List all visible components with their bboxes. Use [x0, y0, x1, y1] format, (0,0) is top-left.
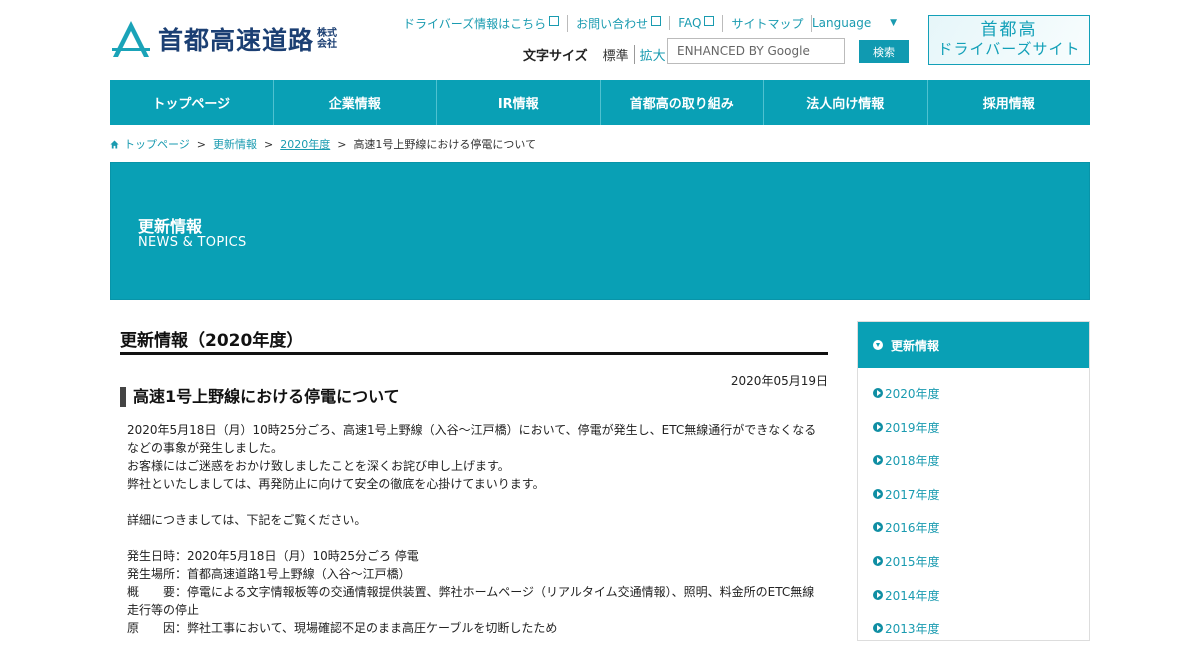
sidebar-item-2015[interactable]: 2015年度: [858, 553, 1089, 587]
global-nav: トップページ 企業情報 IR情報 首都高の取り組み 法人向け情報 採用情報: [110, 80, 1090, 125]
sidebar: 更新情報 2020年度 2019年度 2018年度 2017年度 2016年度 …: [857, 321, 1090, 641]
drivers-info-link[interactable]: ドライバーズ情報はこちら: [395, 15, 567, 32]
breadcrumb-top[interactable]: トップページ: [124, 136, 190, 152]
logo-mark-icon: [112, 21, 150, 57]
sidebar-title: 更新情報: [891, 338, 940, 353]
search-input[interactable]: ENHANCED BY Google: [667, 38, 845, 64]
sidebar-item-2019[interactable]: 2019年度: [858, 419, 1089, 453]
sidebar-header: 更新情報: [858, 322, 1089, 368]
contact-link[interactable]: お問い合わせ: [567, 14, 669, 32]
faq-link[interactable]: FAQ: [669, 16, 722, 30]
nav-corporate[interactable]: 法人向け情報: [763, 80, 927, 125]
font-size-control: 文字サイズ 標準 拡大: [523, 44, 671, 64]
company-logo[interactable]: 首都高速道路 株式会社: [110, 18, 341, 60]
page-title: 更新情報（2020年度）: [120, 326, 828, 355]
drivers-site-line1: 首都高: [980, 20, 1038, 40]
banner-title: 更新情報: [138, 217, 203, 236]
circle-arrow-right-icon: [873, 522, 883, 533]
breadcrumb-separator: >: [264, 137, 274, 151]
banner-subtitle: NEWS & TOPICS: [138, 235, 247, 250]
breadcrumb-separator: >: [196, 137, 206, 151]
article-title: 高速1号上野線における停電について: [120, 387, 400, 407]
circle-arrow-right-icon: [873, 455, 883, 466]
breadcrumb-current: 高速1号上野線における停電について: [353, 138, 537, 151]
logo-suffix: 株式会社: [317, 28, 338, 50]
nav-top[interactable]: トップページ: [110, 80, 273, 125]
sitemap-link[interactable]: サイトマップ: [722, 14, 813, 32]
article-paragraph: 弊社といたしましては、再発防止に向けて安全の徹底を心掛けてまいります。: [127, 477, 545, 491]
caret-down-icon: ▼: [890, 18, 897, 28]
sidebar-item-2020[interactable]: 2020年度: [858, 385, 1089, 419]
sidebar-item-2013[interactable]: 2013年度: [858, 620, 1089, 654]
font-size-label: 文字サイズ: [523, 48, 588, 64]
drivers-site-banner[interactable]: 首都高 ドライバーズサイト: [928, 15, 1090, 65]
article-paragraph: 発生日時：2020年5月18日（月）10時25分ごろ 停電: [127, 549, 419, 563]
circle-arrow-right-icon: [873, 589, 883, 600]
circle-arrow-right-icon: [873, 421, 883, 432]
breadcrumb-news[interactable]: 更新情報: [213, 136, 257, 152]
article-paragraph: 発生場所：首都高速道路1号上野線（入谷～江戸橋）: [127, 567, 411, 581]
article-paragraph: 2020年5月18日（月）10時25分ごろ、高速1号上野線（入谷～江戸橋）におい…: [127, 423, 817, 455]
font-size-large[interactable]: 拡大: [635, 45, 671, 64]
circle-arrow-right-icon: [873, 388, 883, 398]
search-button[interactable]: 検索: [859, 40, 909, 63]
sidebar-item-2014[interactable]: 2014年度: [858, 587, 1089, 621]
post-date: 2020年05月19日: [730, 374, 828, 388]
external-link-icon: [651, 16, 662, 26]
circle-arrow-right-icon: [873, 623, 883, 634]
language-select[interactable]: Language ▼: [812, 14, 897, 32]
external-link-icon: [549, 16, 560, 26]
home-icon: [110, 139, 119, 149]
logo-text: 首都高速道路: [158, 26, 315, 55]
language-label: Language: [812, 16, 872, 30]
article-paragraph: 原 因：弊社工事において、現場確認不足のまま高圧ケーブルを切断したため: [127, 621, 558, 635]
sidebar-item-2016[interactable]: 2016年度: [858, 519, 1089, 553]
nav-initiatives[interactable]: 首都高の取り組み: [599, 80, 764, 125]
nav-company[interactable]: 企業情報: [272, 80, 437, 125]
nav-recruit[interactable]: 採用情報: [926, 80, 1091, 125]
section-banner: 更新情報 NEWS & TOPICS: [110, 162, 1090, 300]
sidebar-item-2017[interactable]: 2017年度: [858, 486, 1089, 520]
sidebar-item-2018[interactable]: 2018年度: [858, 452, 1089, 486]
external-link-icon: [704, 16, 715, 26]
article-paragraph: お客様にはご迷惑をおかけ致しましたことを深くお詫び申し上げます。: [127, 459, 510, 473]
article-paragraph: 概 要：停電による文字情報板等の交通情報提供装置、弊社ホームページ（リアルタイム…: [127, 585, 815, 617]
article-paragraph: 詳細につきましては、下記をご覧ください。: [127, 513, 367, 527]
font-size-standard[interactable]: 標準: [598, 44, 635, 64]
breadcrumb: トップページ > 更新情報 > 2020年度 > 高速1号上野線における停電につ…: [110, 136, 536, 152]
breadcrumb-year[interactable]: 2020年度: [280, 136, 330, 152]
sidebar-list: 2020年度 2019年度 2018年度 2017年度 2016年度 2015年…: [858, 368, 1089, 654]
breadcrumb-separator: >: [337, 137, 347, 151]
circle-arrow-down-icon: [873, 340, 883, 350]
drivers-site-line2: ドライバーズサイト: [937, 40, 1081, 58]
nav-ir[interactable]: IR情報: [436, 80, 600, 125]
circle-arrow-right-icon: [873, 555, 883, 566]
article-body: 2020年5月18日（月）10時25分ごろ、高速1号上野線（入谷～江戸橋）におい…: [127, 421, 817, 637]
circle-arrow-right-icon: [873, 488, 883, 499]
utility-links: ドライバーズ情報はこちら お問い合わせ FAQ サイトマップ: [395, 14, 813, 32]
